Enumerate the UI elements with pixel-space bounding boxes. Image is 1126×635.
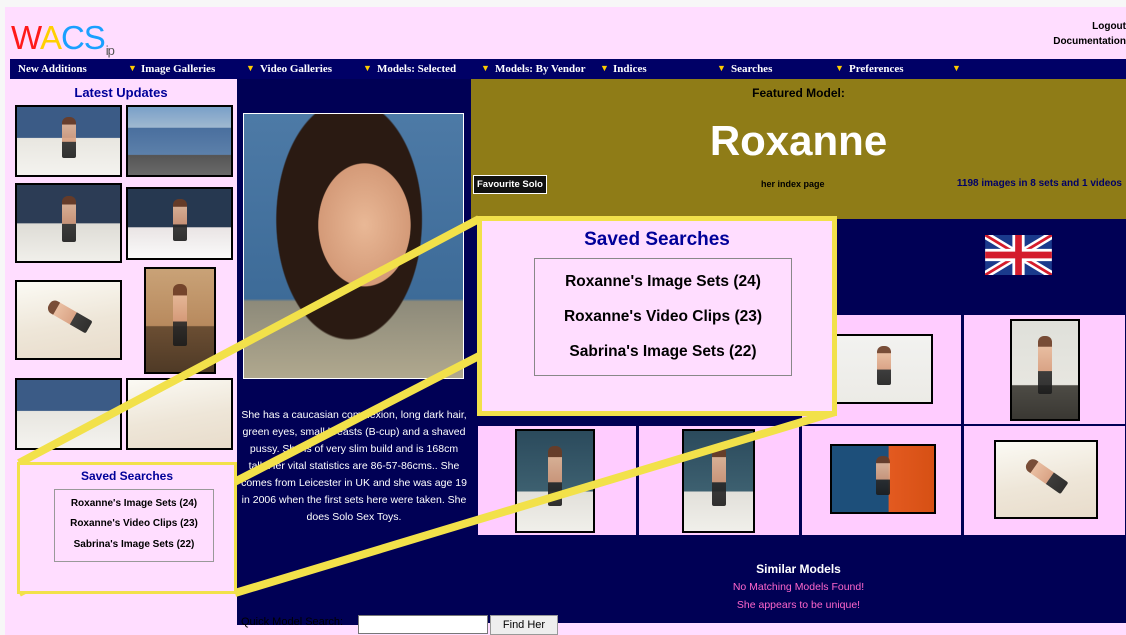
featured-model-banner: Featured Model: Roxanne Favourite Solo h… (471, 79, 1126, 219)
similar-models-title: Similar Models (756, 562, 841, 576)
nav-searches[interactable]: Searches (731, 63, 772, 75)
favourite-solo-badge[interactable]: Favourite Solo (473, 175, 547, 194)
nav-indices[interactable]: Indices (613, 63, 647, 75)
update-thumbnail[interactable] (15, 378, 122, 450)
index-page-link[interactable]: her index page (761, 179, 825, 189)
gallery-tile[interactable] (801, 425, 962, 536)
dropdown-triangle-icon[interactable]: ▼ (952, 63, 961, 73)
header-links: Logout Documentation (1053, 19, 1126, 49)
image-count-link[interactable]: 1198 images in 8 sets and 1 videos (957, 178, 1122, 189)
zoom-saved-searches-title: Saved Searches (584, 229, 730, 250)
latest-updates-title: Latest Updates (74, 85, 168, 100)
dropdown-triangle-icon[interactable]: ▼ (128, 63, 137, 73)
quick-search-label: Quick Model Search: (241, 616, 344, 628)
documentation-link[interactable]: Documentation (1053, 34, 1126, 49)
gallery-tile[interactable] (963, 425, 1126, 536)
dropdown-triangle-icon[interactable]: ▼ (363, 63, 372, 73)
zoom-saved-search-item[interactable]: Roxanne's Image Sets (24) (535, 273, 791, 291)
saved-search-item[interactable]: Sabrina's Image Sets (22) (55, 539, 213, 550)
nav-new-additions[interactable]: New Additions (18, 63, 87, 75)
gallery-tile[interactable] (638, 425, 800, 536)
quick-search-input[interactable] (358, 615, 488, 634)
dropdown-triangle-icon[interactable]: ▼ (600, 63, 609, 73)
zoom-saved-search-item[interactable]: Sabrina's Image Sets (22) (535, 343, 791, 361)
similar-models: Similar Models No Matching Models Found!… (471, 560, 1126, 614)
no-matching-models-text: No Matching Models Found! (732, 581, 865, 593)
saved-searches-title: Saved Searches (80, 469, 174, 483)
saved-searches-list: Roxanne's Image Sets (24) Roxanne's Vide… (54, 489, 214, 562)
find-her-button[interactable]: Find Her (490, 615, 558, 635)
update-thumbnail[interactable] (15, 183, 122, 263)
model-portrait[interactable] (243, 113, 464, 379)
dropdown-triangle-icon[interactable]: ▼ (481, 63, 490, 73)
logo-letters-cs: CS (60, 19, 106, 56)
dropdown-triangle-icon[interactable]: ▼ (835, 63, 844, 73)
zoom-saved-search-item[interactable]: Roxanne's Video Clips (23) (535, 308, 791, 326)
update-thumbnail[interactable] (15, 280, 122, 360)
logo-letter-w: W (11, 19, 41, 56)
saved-searches-zoom-callout: Saved Searches Roxanne's Image Sets (24)… (477, 216, 837, 416)
logo-sub: ip (105, 43, 115, 58)
gallery-tile[interactable] (477, 425, 637, 536)
update-thumbnail[interactable] (15, 105, 122, 177)
logout-link[interactable]: Logout (1053, 19, 1126, 34)
featured-model-name[interactable]: Roxanne (471, 117, 1126, 165)
saved-searches-panel: Saved Searches Roxanne's Image Sets (24)… (17, 462, 237, 594)
featured-model-label: Featured Model: (752, 86, 845, 100)
wacs-logo[interactable]: WACSip (11, 19, 115, 58)
update-thumbnail[interactable] (144, 267, 216, 374)
logo-letter-a: A (39, 19, 62, 56)
model-bio: She has a caucasian complexion, long dar… (241, 409, 467, 523)
uk-flag-icon (985, 235, 1052, 275)
nav-models-selected[interactable]: Models: Selected (377, 63, 456, 75)
saved-search-item[interactable]: Roxanne's Video Clips (23) (55, 518, 213, 529)
nav-image-galleries[interactable]: Image Galleries (141, 63, 215, 75)
saved-search-item[interactable]: Roxanne's Image Sets (24) (55, 498, 213, 509)
gallery-tile[interactable] (963, 314, 1126, 425)
unique-model-text: She appears to be unique! (736, 599, 861, 611)
zoom-saved-searches-list: Roxanne's Image Sets (24) Roxanne's Vide… (534, 258, 792, 376)
update-thumbnail[interactable] (126, 187, 233, 260)
nav-video-galleries[interactable]: Video Galleries (260, 63, 332, 75)
update-thumbnail[interactable] (126, 378, 233, 450)
nav-preferences[interactable]: Preferences (849, 63, 904, 75)
nav-models-by-vendor[interactable]: Models: By Vendor (495, 63, 585, 75)
wacs-page: WACSip Logout Documentation New Addition… (5, 7, 1126, 635)
dropdown-triangle-icon[interactable]: ▼ (246, 63, 255, 73)
update-thumbnail[interactable] (126, 105, 233, 177)
dropdown-triangle-icon[interactable]: ▼ (717, 63, 726, 73)
main-nav: New Additions ▼ Image Galleries ▼ Video … (10, 59, 1126, 79)
